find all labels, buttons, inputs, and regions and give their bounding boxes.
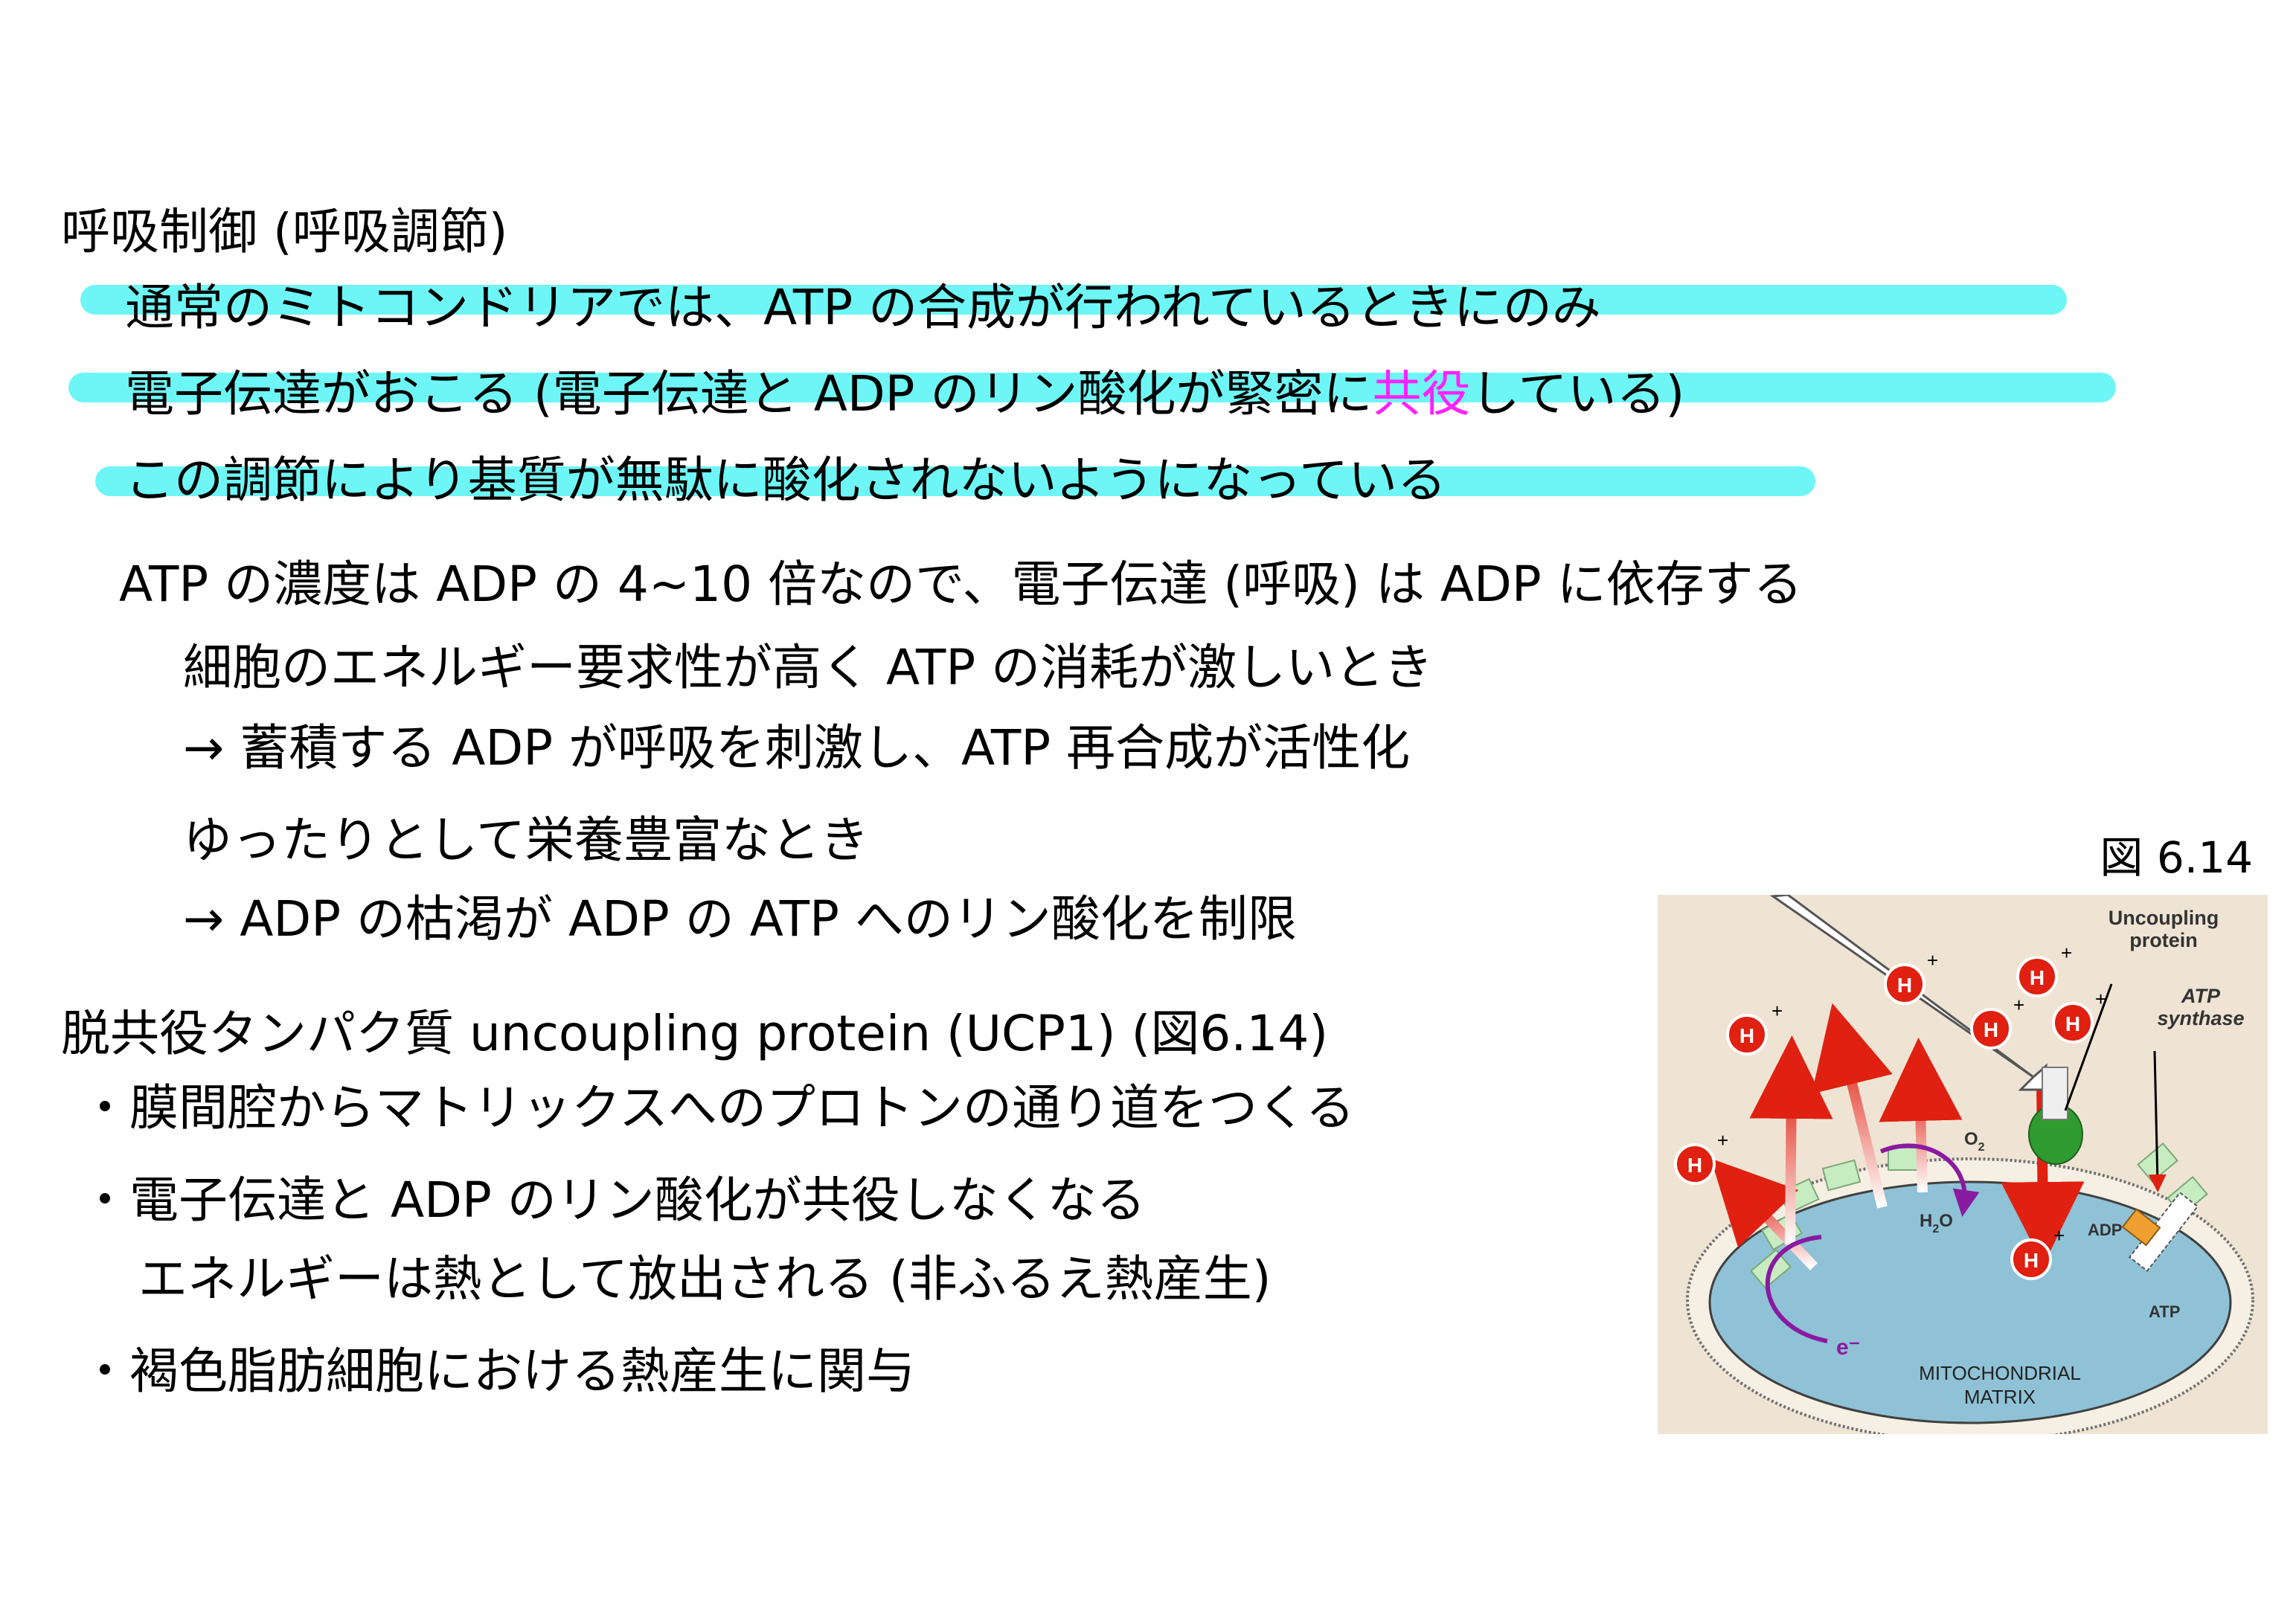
label-protein: protein xyxy=(2129,929,2198,951)
svg-text:+: + xyxy=(1927,949,1938,971)
text-line-5: 細胞のエネルギー要求性が高く ATP の消耗が激しいとき xyxy=(183,639,1434,696)
label-mitochondrial: MITOCHONDRIAL xyxy=(1919,1362,2081,1384)
svg-text:H: H xyxy=(2030,966,2045,989)
svg-text:+: + xyxy=(1717,1129,1728,1151)
text-line-2-suffix: している) xyxy=(1470,365,1685,422)
text-line-4: ATP の濃度は ADP の 4~10 倍なので、電子伝達 (呼吸) は ADP… xyxy=(119,556,1803,613)
text-line-2: 電子伝達がおこる (電子伝達と ADP のリン酸化が緊密に共役している) xyxy=(125,364,1684,424)
uncoupling-protein-tube xyxy=(2042,1067,2068,1120)
svg-text:H: H xyxy=(1687,1154,1702,1177)
label-electron: e⁻ xyxy=(1836,1335,1861,1360)
svg-text:H: H xyxy=(2065,1012,2080,1035)
svg-text:+: + xyxy=(2053,1224,2065,1247)
membrane-protein xyxy=(1888,1147,1922,1171)
svg-text:H: H xyxy=(2024,1249,2039,1272)
svg-text:+: + xyxy=(2013,994,2024,1016)
bullet-2-continued: エネルギーは熱として放出される (非ふるえ熱産生) xyxy=(138,1250,1272,1308)
svg-text:H: H xyxy=(1739,1024,1754,1047)
text-line-8: → ADP の枯渇が ADP の ATP へのリン酸化を制限 xyxy=(183,890,1297,948)
label-atp-synthase-1: ATP xyxy=(2181,985,2221,1007)
svg-text:H: H xyxy=(1897,974,1912,997)
bullet-2: ・電子伝達と ADP のリン酸化が共役しなくなる xyxy=(80,1172,1146,1229)
bullet-1: ・膜間腔からマトリックスへのプロトンの通り道をつくる xyxy=(80,1079,1355,1137)
label-adp: ADP xyxy=(2088,1221,2122,1239)
label-atp: ATP xyxy=(2149,1302,2180,1321)
text-line-1: 通常のミトコンドリアでは、ATP の合成が行われているときにのみ xyxy=(125,279,1601,336)
label-atp-synthase-2: synthase xyxy=(2157,1007,2244,1029)
svg-text:+: + xyxy=(1771,1000,1783,1022)
text-line-3: この調節により基質が無駄に酸化されないようになっている xyxy=(125,451,1447,509)
label-matrix: MATRIX xyxy=(1964,1386,2036,1408)
emphasis-coupling: 共役 xyxy=(1372,365,1471,422)
svg-text:H: H xyxy=(1984,1018,1998,1041)
bullet-3: ・褐色脂肪細胞における熱産生に関与 xyxy=(80,1343,915,1400)
svg-text:+: + xyxy=(2095,988,2106,1010)
uncoupling-protein-diagram: H+ H+ H+ H+ H+ H+ H+ Uncoupling protein … xyxy=(1658,895,2268,1434)
proton-arrow xyxy=(1749,1035,1833,1245)
heading-uncoupling-protein: 脱共役タンパク質 uncoupling protein (UCP1) (図6.1… xyxy=(61,1005,1329,1062)
svg-text:+: + xyxy=(2061,942,2072,964)
text-line-7: ゆったりとして栄養豊富なとき xyxy=(183,812,870,869)
proton-arrow xyxy=(1879,1038,1963,1193)
heading-respiratory-control: 呼吸制御 (呼吸調節) xyxy=(61,203,508,260)
label-uncoupling: Uncoupling xyxy=(2109,907,2219,929)
figure-caption: 図 6.14 xyxy=(2100,832,2253,883)
text-line-2-prefix: 電子伝達がおこる (電子伝達と ADP のリン酸化が緊密に xyxy=(125,365,1373,422)
text-line-6: → 蓄積する ADP が呼吸を刺激し、ATP 再合成が活性化 xyxy=(183,719,1411,777)
